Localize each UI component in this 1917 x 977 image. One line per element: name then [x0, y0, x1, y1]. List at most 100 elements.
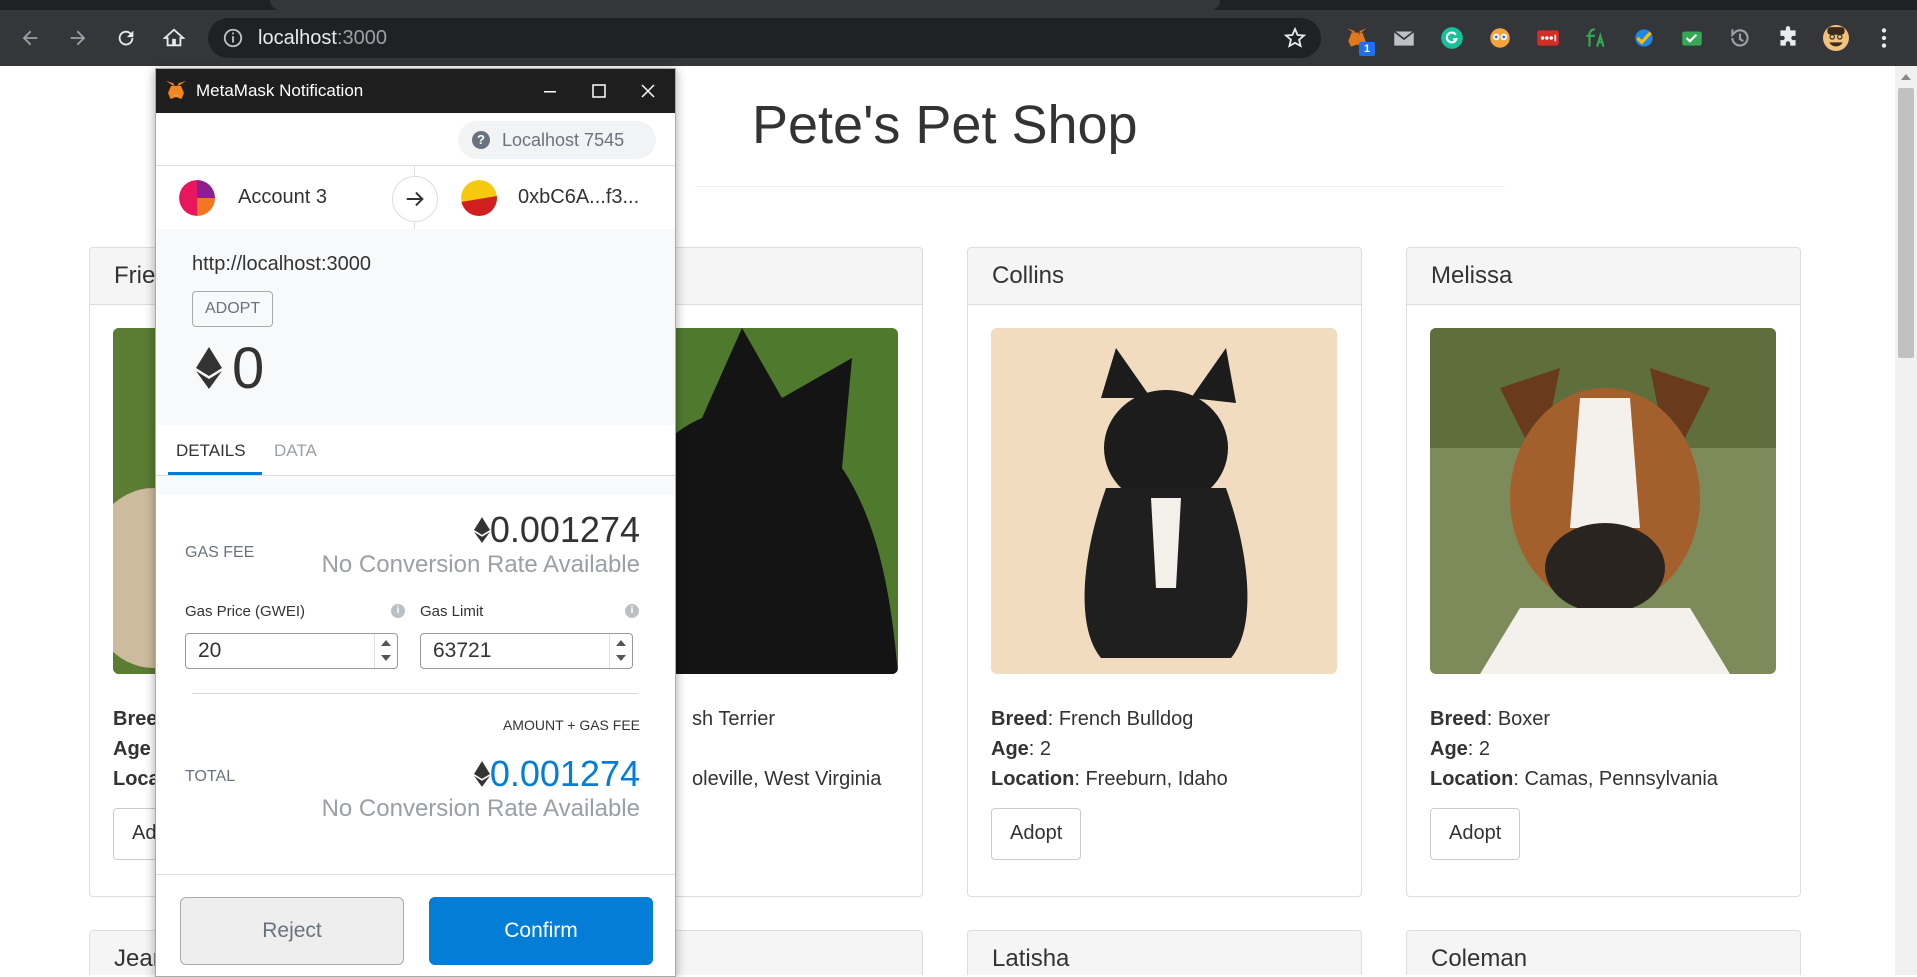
scrollbar-thumb[interactable] — [1898, 88, 1914, 358]
gas-price-input[interactable]: 20 — [185, 633, 398, 669]
pet-card: Coleman — [1406, 930, 1801, 975]
network-name: Localhost 7545 — [502, 130, 625, 150]
gas-limit-input[interactable]: 63721 — [420, 633, 633, 669]
pet-name: Latisha — [968, 931, 1361, 975]
owl-icon — [1490, 28, 1510, 48]
grammarly-icon — [1441, 27, 1463, 49]
network-indicator[interactable]: ? Localhost 7545 — [458, 121, 656, 159]
age-value: 2 — [1039, 738, 1052, 760]
stepper-down-icon[interactable] — [381, 655, 391, 661]
lastpass-extension-icon[interactable] — [1534, 24, 1562, 52]
gas-fee-value: 0.001274 — [489, 509, 640, 550]
forward-button[interactable] — [60, 20, 96, 56]
origin-url: http://localhost:3000 — [192, 253, 372, 275]
gas-fee-conversion: No Conversion Rate Available — [321, 551, 640, 578]
pet-details: Breed: Boxer Age: 2 Location: Camas, Pen… — [1430, 708, 1718, 790]
from-account-avatar — [179, 180, 215, 216]
metamask-fox-icon — [166, 81, 186, 99]
back-button[interactable] — [12, 20, 48, 56]
mail-extension-icon[interactable] — [1390, 24, 1418, 52]
globe-extension-icon[interactable] — [1630, 24, 1658, 52]
total-conversion: No Conversion Rate Available — [321, 795, 640, 822]
page-title: Pete's Pet Shop — [752, 95, 1138, 155]
info-icon[interactable]: i — [391, 604, 405, 618]
extension-badge: 1 — [1359, 42, 1375, 56]
tab-details[interactable]: DETAILS — [176, 441, 246, 461]
page-scrollbar[interactable] — [1895, 66, 1917, 975]
to-account-avatar — [461, 180, 497, 216]
browser-menu-button[interactable] — [1870, 24, 1898, 52]
pet-photo — [991, 328, 1337, 674]
minimize-button[interactable] — [528, 75, 572, 107]
home-button[interactable] — [156, 20, 192, 56]
reload-icon — [118, 30, 134, 46]
reload-button[interactable] — [108, 20, 144, 56]
location-value: Freeburn, Idaho — [1085, 768, 1228, 790]
close-button[interactable] — [626, 75, 670, 107]
maximize-button[interactable] — [577, 75, 621, 107]
location-value: Camas, Pennsylvania — [1524, 768, 1718, 790]
gas-price-stepper[interactable] — [374, 634, 397, 668]
grammarly-extension-icon[interactable] — [1438, 24, 1466, 52]
tab-data[interactable]: DATA — [274, 441, 317, 461]
detail-tabs: DETAILS DATA — [156, 425, 675, 476]
metamask-notification-window: MetaMask Notification ? Localhost 7545 A… — [155, 68, 676, 977]
font-extension-icon[interactable] — [1582, 24, 1610, 52]
confirm-button[interactable]: Confirm — [429, 897, 653, 965]
gas-limit-label: Gas Limit — [420, 603, 484, 620]
url-text[interactable]: localhost:3000 — [258, 27, 387, 50]
scroll-up-arrow-icon[interactable] — [1901, 74, 1911, 80]
arrow-left-icon — [22, 30, 38, 46]
ethereum-icon — [196, 347, 222, 389]
pet-photo — [1430, 328, 1776, 674]
metamask-extension-icon[interactable]: 1 — [1343, 24, 1375, 56]
info-icon[interactable] — [222, 27, 244, 49]
adopt-button[interactable]: Adopt — [991, 808, 1082, 860]
owl-extension-icon[interactable] — [1486, 24, 1514, 52]
breed-label: Breed — [1430, 708, 1487, 730]
minimize-icon — [544, 91, 556, 93]
total-value: 0.001274 — [489, 753, 640, 794]
profile-avatar[interactable] — [1822, 24, 1850, 52]
home-icon — [163, 28, 185, 47]
tab-strip — [0, 0, 1917, 10]
mail-icon — [1393, 30, 1415, 46]
method-badge: ADOPT — [192, 291, 274, 327]
transaction-amount: 0 — [232, 336, 265, 401]
from-account-name[interactable]: Account 3 — [238, 186, 327, 209]
breed-label: Bree — [113, 708, 158, 730]
address-bar[interactable]: localhost:3000 — [208, 18, 1321, 58]
mail-check-extension-icon[interactable] — [1678, 24, 1706, 52]
stepper-up-icon[interactable] — [616, 640, 626, 646]
adopt-button[interactable]: Adopt — [1430, 808, 1521, 860]
breed-value: Boxer — [1497, 708, 1551, 730]
pet-details: Bree Age Loca — [113, 704, 160, 794]
gas-limit-stepper[interactable] — [609, 634, 632, 668]
gas-price-label: Gas Price (GWEI) — [185, 603, 306, 620]
stepper-down-icon[interactable] — [616, 655, 626, 661]
window-titlebar[interactable]: MetaMask Notification — [156, 69, 675, 113]
location-label: Location — [991, 768, 1075, 790]
pet-card: Melissa Breed: Boxer Age: 2 Location: Ca… — [1406, 247, 1801, 897]
info-icon[interactable]: i — [625, 604, 639, 618]
close-icon — [641, 84, 655, 98]
bookmark-star-icon[interactable] — [1283, 26, 1307, 50]
gas-limit-value[interactable]: 63721 — [433, 639, 491, 663]
gas-price-value[interactable]: 20 — [198, 639, 221, 663]
stepper-up-icon[interactable] — [381, 640, 391, 646]
history-extension-icon[interactable] — [1726, 24, 1754, 52]
age-value: 2 — [1478, 738, 1491, 760]
to-address[interactable]: 0xbC6A...f3... — [518, 186, 639, 209]
arrow-right-icon — [392, 176, 438, 222]
age-label: Age — [991, 738, 1029, 760]
active-tab[interactable] — [270, 0, 1220, 10]
location-label: Location — [1430, 768, 1514, 790]
location-label: Loca — [113, 768, 160, 790]
age-label: Age — [1430, 738, 1468, 760]
location-value: oleville, West Virginia — [692, 768, 882, 790]
breed-label: Breed — [991, 708, 1048, 730]
extensions-button[interactable] — [1774, 24, 1802, 52]
action-footer: Reject Confirm — [156, 874, 675, 976]
font-icon — [1586, 28, 1605, 47]
reject-button[interactable]: Reject — [180, 897, 404, 965]
